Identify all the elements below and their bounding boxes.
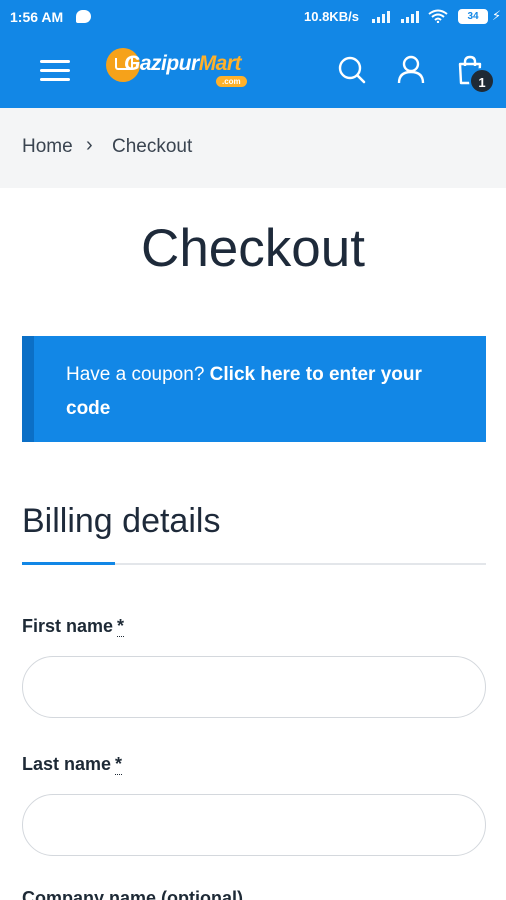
first-name-input[interactable] (22, 656, 486, 718)
message-notification-icon (76, 10, 91, 23)
breadcrumb: Home › Checkout (0, 108, 506, 188)
coupon-prefix: Have a coupon? (66, 364, 210, 385)
billing-title: Billing details (22, 502, 221, 540)
battery-icon: 34 (458, 9, 488, 24)
site-header: GazipurMart .com 1 (0, 34, 506, 108)
signal-strength-icon (370, 11, 392, 23)
wifi-icon (428, 9, 448, 23)
first-name-label: First name * (22, 616, 125, 637)
last-name-label-text: Last name (22, 754, 112, 774)
coupon-notice: Have a coupon? Click here to enter your … (22, 336, 486, 442)
signal-strength-icon-2 (399, 11, 421, 23)
billing-divider-accent (22, 562, 115, 565)
search-icon[interactable] (336, 54, 368, 86)
company-name-label-text: Company name (optional) (22, 888, 244, 900)
logo-text-main: Gazipur (124, 52, 199, 75)
logo-suffix: .com (216, 76, 247, 87)
breadcrumb-current: Checkout (112, 136, 193, 157)
logo-text: GazipurMart (124, 52, 242, 76)
last-name-input[interactable] (22, 794, 486, 856)
first-name-label-text: First name (22, 616, 114, 636)
required-mark: * (117, 616, 125, 637)
company-name-label: Company name (optional) (22, 888, 243, 900)
breadcrumb-separator: › (86, 134, 93, 156)
page-title: Checkout (141, 219, 365, 278)
site-logo[interactable]: GazipurMart .com (106, 46, 256, 90)
account-icon[interactable] (395, 54, 427, 86)
status-bar: 1:56 AM 10.8KB/s 34 ⚡ (0, 0, 506, 34)
cart-count-badge: 1 (469, 68, 495, 94)
breadcrumb-home-link[interactable]: Home (22, 136, 73, 158)
charging-icon: ⚡ (492, 8, 502, 23)
menu-icon[interactable] (40, 58, 72, 84)
last-name-label: Last name * (22, 754, 123, 775)
status-time: 1:56 AM (10, 9, 64, 25)
logo-text-accent: Mart (198, 52, 242, 75)
network-speed: 10.8KB/s (304, 9, 359, 24)
required-mark: * (115, 754, 123, 775)
